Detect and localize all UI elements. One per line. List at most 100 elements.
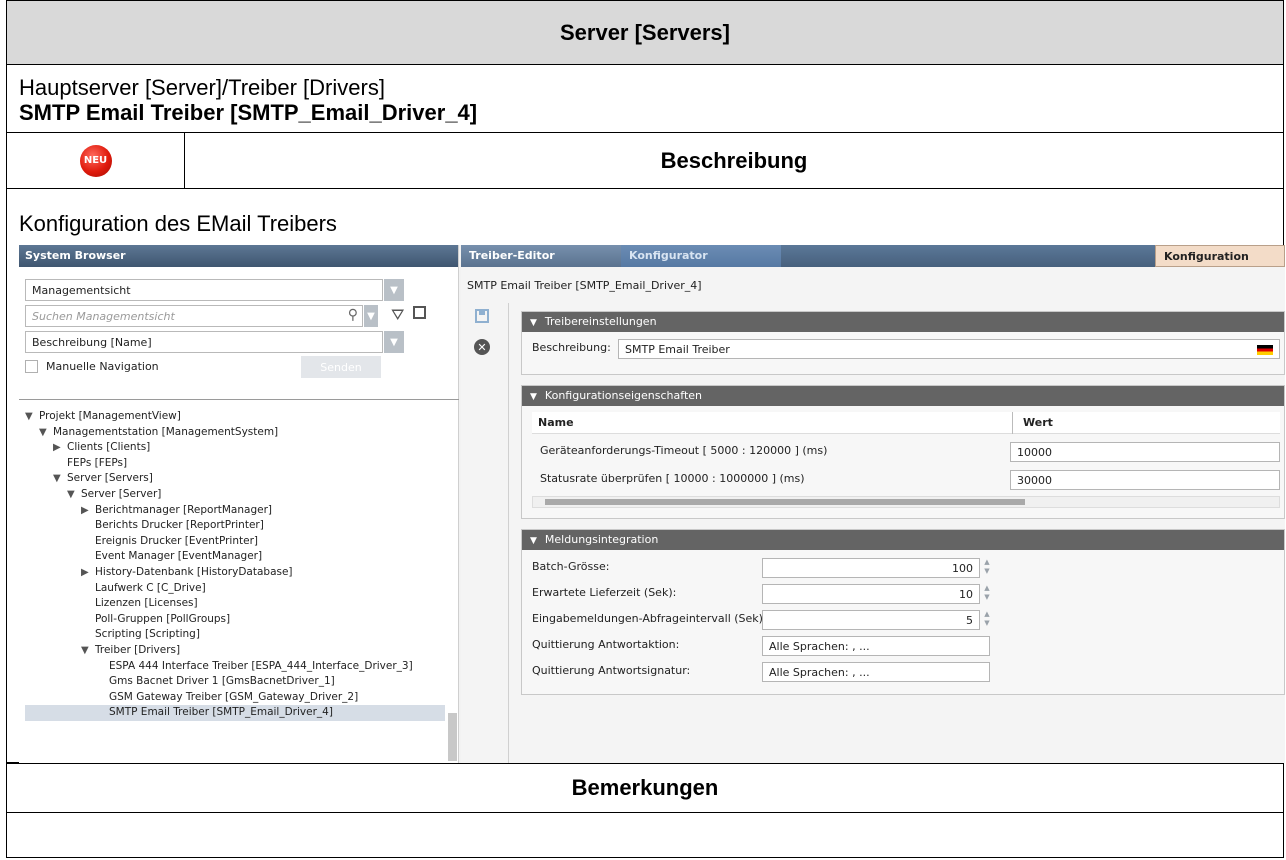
- tree-node[interactable]: Berichts Drucker [ReportPrinter]: [25, 518, 445, 534]
- chevron-down-icon[interactable]: ▼: [384, 331, 404, 353]
- timeout-field[interactable]: 10000: [1010, 442, 1280, 462]
- manual-navigation-checkbox[interactable]: Manuelle Navigation: [25, 360, 159, 373]
- tree-node[interactable]: Scripting [Scripting]: [25, 627, 445, 643]
- delivery-time-input[interactable]: 10: [762, 584, 980, 604]
- tree-node-label: Ereignis Drucker [EventPrinter]: [95, 534, 258, 547]
- ack-action-label: Quittierung Antwortaktion:: [532, 638, 680, 651]
- tab-treiber-editor[interactable]: Treiber-Editor: [461, 245, 621, 267]
- panel-header[interactable]: ▼ Konfigurationseigenschaften: [522, 386, 1284, 406]
- tree-node[interactable]: Ereignis Drucker [EventPrinter]: [25, 534, 445, 550]
- ack-action-field[interactable]: Alle Sprachen: , ...: [762, 636, 990, 656]
- collapsed-icon[interactable]: ▶: [53, 440, 67, 456]
- collapsed-icon[interactable]: ▶: [81, 503, 95, 519]
- filter-icon[interactable]: ⛛: [391, 305, 404, 325]
- collapse-icon[interactable]: ▼: [530, 392, 537, 402]
- chevron-down-icon[interactable]: ▼: [364, 305, 378, 327]
- tree-node-label: Clients [Clients]: [67, 441, 151, 454]
- tree-node-label: Berichts Drucker [ReportPrinter]: [95, 519, 264, 532]
- tree-node[interactable]: FEPs [FEPs]: [25, 456, 445, 472]
- column-name: Name: [538, 416, 574, 429]
- expanded-icon[interactable]: ▼: [53, 471, 67, 487]
- driver-editor: Treiber-Editor Konfigurator Konfiguratio…: [461, 245, 1285, 763]
- collapsed-icon[interactable]: ▶: [81, 565, 95, 581]
- stepper-icon[interactable]: ▲ ▼: [982, 584, 992, 604]
- send-button[interactable]: Senden: [301, 356, 381, 378]
- description-value: SMTP Email Treiber: [625, 343, 730, 356]
- tree-node[interactable]: ▶ History-Datenbank [HistoryDatabase]: [25, 565, 445, 581]
- statusrate-field[interactable]: 30000: [1010, 470, 1280, 490]
- tree-node-label: Event Manager [EventManager]: [95, 550, 263, 563]
- system-browser: System Browser Managementsicht ▼ Suchen …: [19, 245, 459, 763]
- editor-tabs: Treiber-Editor Konfigurator Konfiguratio…: [461, 245, 1285, 267]
- tree-node-label: Managementstation [ManagementSystem]: [53, 425, 279, 438]
- tree-node[interactable]: ESPA 444 Interface Treiber [ESPA_444_Int…: [25, 659, 445, 675]
- tree-node-label: Berichtmanager [ReportManager]: [95, 503, 272, 516]
- view-select[interactable]: Managementsicht ▼: [25, 279, 404, 301]
- panel-title: Konfigurationseigenschaften: [544, 389, 703, 402]
- expanded-icon[interactable]: ▼: [81, 643, 95, 659]
- tree-node[interactable]: Lizenzen [Licenses]: [25, 596, 445, 612]
- tree-node-label: Laufwerk C [C_Drive]: [95, 581, 206, 594]
- stepper-icon[interactable]: ▲ ▼: [982, 558, 992, 578]
- name-select[interactable]: Beschreibung [Name] ▼: [25, 331, 404, 353]
- tree-node[interactable]: ▼ Projekt [ManagementView]: [25, 409, 445, 425]
- stepper-icon[interactable]: ▲ ▼: [982, 610, 992, 630]
- tree-node[interactable]: ▶ Berichtmanager [ReportManager]: [25, 503, 445, 519]
- checkbox-box[interactable]: [25, 360, 38, 373]
- search-icon[interactable]: ⚲: [348, 307, 358, 323]
- tree-node-label: Lizenzen [Licenses]: [95, 597, 198, 610]
- chevron-down-icon[interactable]: ▼: [384, 279, 404, 301]
- divider: [19, 399, 459, 400]
- badge-cell: NEU: [7, 133, 185, 188]
- tree-node-label: Server [Servers]: [67, 472, 153, 485]
- expanded-icon[interactable]: ▼: [67, 487, 81, 503]
- tree-node[interactable]: Event Manager [EventManager]: [25, 549, 445, 565]
- tree-node[interactable]: ▶ Clients [Clients]: [25, 440, 445, 456]
- property-name: Statusrate überprüfen [ 10000 : 1000000 …: [540, 472, 805, 485]
- tree-node[interactable]: ▼ Server [Servers]: [25, 471, 445, 487]
- batch-size-input[interactable]: 100: [762, 558, 980, 578]
- app-screenshot: System Browser Managementsicht ▼ Suchen …: [19, 245, 1285, 763]
- save-icon[interactable]: [475, 309, 489, 323]
- scrollbar-thumb[interactable]: [545, 499, 1025, 505]
- poll-interval-label: Eingabemeldungen-Abfrageintervall (Sek):: [532, 612, 767, 625]
- expanded-icon[interactable]: ▼: [25, 409, 39, 425]
- column-value: Wert: [1012, 412, 1063, 434]
- view-select-value: Managementsicht: [32, 284, 131, 297]
- description-field[interactable]: SMTP Email Treiber: [618, 339, 1280, 359]
- tree-node[interactable]: Gms Bacnet Driver 1 [GmsBacnetDriver_1]: [25, 674, 445, 690]
- tree-node[interactable]: Poll-Gruppen [PollGroups]: [25, 612, 445, 628]
- panel-treibereinstellungen: ▼ Treibereinstellungen Beschreibung: SMTP…: [521, 311, 1285, 375]
- tree-node[interactable]: ▼ Managementstation [ManagementSystem]: [25, 425, 445, 441]
- remarks-heading-text: Bemerkungen: [571, 775, 719, 800]
- german-flag-icon[interactable]: [1257, 345, 1273, 355]
- tree-node-label: Gms Bacnet Driver 1 [GmsBacnetDriver_1]: [109, 675, 335, 688]
- tree-node[interactable]: SMTP Email Treiber [SMTP_Email_Driver_4]: [25, 705, 445, 721]
- delivery-time-label: Erwartete Lieferzeit (Sek):: [532, 586, 677, 599]
- tree-node[interactable]: GSM Gateway Treiber [GSM_Gateway_Driver_…: [25, 690, 445, 706]
- tree-scrollbar[interactable]: [448, 713, 457, 761]
- tree-node[interactable]: Laufwerk C [C_Drive]: [25, 581, 445, 597]
- expanded-icon[interactable]: ▼: [39, 425, 53, 441]
- collapse-icon[interactable]: ▼: [530, 536, 537, 546]
- horizontal-scrollbar[interactable]: [532, 496, 1280, 508]
- poll-interval-input[interactable]: 5: [762, 610, 980, 630]
- panel-title: Treibereinstellungen: [544, 315, 657, 328]
- tree-node[interactable]: ▼ Server [Server]: [25, 487, 445, 503]
- tab-konfiguration[interactable]: Konfiguration: [1155, 245, 1285, 267]
- panel-header[interactable]: ▼ Treibereinstellungen: [522, 312, 1284, 332]
- description-text: Konfiguration des EMail Treibers: [19, 211, 337, 236]
- tab-konfigurator[interactable]: Konfigurator: [621, 245, 781, 267]
- collapse-icon[interactable]: ▼: [530, 318, 537, 328]
- save-icon[interactable]: [413, 306, 426, 319]
- description-label: Beschreibung:: [532, 341, 611, 354]
- ack-signature-label: Quittierung Antwortsignatur:: [532, 664, 691, 677]
- ack-signature-field[interactable]: Alle Sprachen: , ...: [762, 662, 990, 682]
- search-input[interactable]: Suchen Managementsicht ⚲ ▼: [25, 305, 378, 327]
- tree-node-label: Projekt [ManagementView]: [39, 410, 181, 422]
- description-heading: Beschreibung: [660, 147, 808, 173]
- cancel-icon[interactable]: ✕: [474, 339, 490, 355]
- doc-title-text: Server [Servers]: [559, 19, 730, 45]
- panel-header[interactable]: ▼ Meldungsintegration: [522, 530, 1284, 550]
- tree-node[interactable]: ▼ Treiber [Drivers]: [25, 643, 445, 659]
